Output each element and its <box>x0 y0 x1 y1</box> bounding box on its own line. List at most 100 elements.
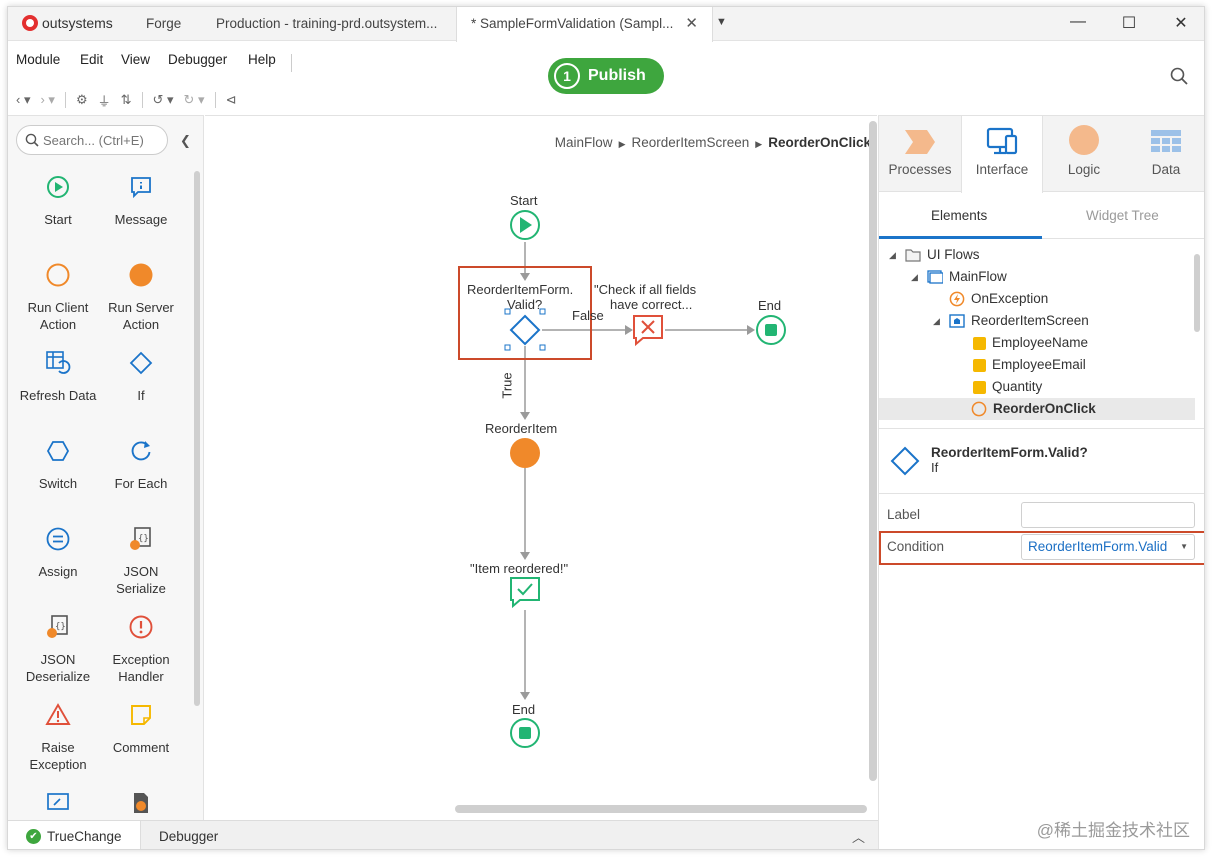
tool-for-each[interactable]: For Each <box>99 436 183 492</box>
tree-item-employee-name[interactable]: EmployeeName <box>973 332 1088 354</box>
tab-truechange[interactable]: ✔ TrueChange <box>8 821 141 849</box>
tool-run-client-action[interactable]: Run Client Action <box>16 260 100 333</box>
subtab-elements[interactable]: Elements <box>931 208 987 223</box>
tool-partial[interactable] <box>16 788 100 818</box>
refresh-data-icon <box>46 351 71 374</box>
tab-label: Forge <box>146 16 182 31</box>
tool-refresh-data[interactable]: Refresh Data <box>16 348 100 404</box>
tree-item-employee-email[interactable]: EmployeeEmail <box>973 354 1086 376</box>
toolbox-search-input[interactable] <box>43 132 153 148</box>
end-node-bottom[interactable] <box>510 718 540 748</box>
tree-item-ui-flows[interactable]: ◢ UI Flows <box>889 244 980 266</box>
tree-item-onexception[interactable]: OnException <box>949 288 1048 310</box>
if-node[interactable] <box>504 308 546 351</box>
menu-module[interactable]: Module <box>16 52 60 67</box>
if-label-line1: ReorderItemForm. <box>467 282 574 297</box>
screen-icon <box>949 314 965 328</box>
tool-partial[interactable] <box>99 788 183 818</box>
plug-icon[interactable]: ⏚ <box>98 91 111 110</box>
close-tab-icon[interactable]: ✕ <box>685 15 698 32</box>
canvas-horizontal-scrollbar[interactable] <box>455 805 867 813</box>
expand-panel-icon[interactable]: ︿ <box>852 827 865 846</box>
dependencies-icon[interactable]: ⇅ <box>121 92 132 108</box>
tool-switch[interactable]: Switch <box>16 436 100 492</box>
tab-sample-form-validation[interactable]: * SampleFormValidation (Sampl... ✕ <box>456 7 713 42</box>
tree-item-reorder-item-screen[interactable]: ◢ ReorderItemScreen <box>933 310 1089 332</box>
for-each-icon <box>131 441 151 461</box>
tree-item-quantity[interactable]: Quantity <box>973 376 1042 398</box>
tree-label: Quantity <box>992 379 1043 394</box>
expand-icon[interactable]: ◢ <box>911 266 921 288</box>
tool-message[interactable]: Message <box>99 172 183 228</box>
tree-label: ReorderOnClick <box>993 401 1096 416</box>
label-input[interactable] <box>1021 502 1195 528</box>
error-message-node[interactable] <box>633 315 663 347</box>
announce-icon[interactable]: ⊲ <box>226 92 237 108</box>
tab-production[interactable]: Production - training-prd.outsystem... <box>216 7 437 41</box>
back-icon[interactable]: ‹ ▾ <box>16 92 30 108</box>
toolbox-search[interactable] <box>16 125 168 155</box>
tree-scrollbar[interactable] <box>1194 254 1200 332</box>
assign-icon <box>46 527 70 551</box>
tool-if[interactable]: If <box>99 348 183 404</box>
run-client-action-icon <box>46 263 70 287</box>
tab-label: Debugger <box>159 829 219 844</box>
publish-button[interactable]: 1 Publish <box>548 58 664 94</box>
forward-icon[interactable]: › ▾ <box>40 92 54 108</box>
settings-icon[interactable]: ⚙ <box>76 92 88 108</box>
canvas-vertical-scrollbar[interactable] <box>869 121 877 781</box>
redo-icon[interactable]: ↻ ▾ <box>184 92 205 108</box>
tab-data[interactable]: Data <box>1125 116 1204 192</box>
properties-divider <box>879 493 1204 494</box>
tool-exception-handler[interactable]: Exception Handler <box>99 612 183 685</box>
if-icon <box>129 351 153 375</box>
expand-icon[interactable]: ◢ <box>933 310 943 332</box>
tool-start[interactable]: Start <box>16 172 100 228</box>
undo-icon[interactable]: ↺ ▾ <box>153 92 174 108</box>
menu-view[interactable]: View <box>121 52 150 67</box>
tree-item-mainflow[interactable]: ◢ MainFlow <box>911 266 1007 288</box>
reorder-item-node[interactable] <box>510 438 540 468</box>
menu-help[interactable]: Help <box>248 52 276 67</box>
toolbox-scrollbar[interactable] <box>194 171 200 706</box>
tool-label: Assign <box>38 564 78 579</box>
tool-assign[interactable]: Assign <box>16 524 100 580</box>
outsystems-logo-icon <box>22 15 38 31</box>
active-subtab-indicator <box>879 236 1042 239</box>
subtab-widget-tree[interactable]: Widget Tree <box>1086 208 1159 223</box>
tree-item-reorder-on-click[interactable]: ReorderOnClick <box>879 398 1195 420</box>
tool-json-serialize[interactable]: {} JSON Serialize <box>99 524 183 597</box>
svg-text:{}: {} <box>55 622 66 632</box>
menu-debugger[interactable]: Debugger <box>168 52 227 67</box>
tool-raise-exception[interactable]: Raise Exception <box>16 700 100 773</box>
tool-label: Message <box>114 212 168 227</box>
end-node-right[interactable] <box>756 315 786 345</box>
menu-edit[interactable]: Edit <box>80 52 103 67</box>
condition-input[interactable]: ReorderItemForm.Valid ▼ <box>1021 534 1195 560</box>
tab-debugger[interactable]: Debugger <box>159 821 219 849</box>
flow-canvas[interactable]: MainFlow ▶ ReorderItemScreen ▶ ReorderOnClic… <box>205 115 877 820</box>
minimize-icon[interactable]: — <box>1068 13 1088 31</box>
expand-icon[interactable]: ◢ <box>889 244 899 266</box>
success-message-node[interactable] <box>510 577 540 609</box>
tool-comment[interactable]: Comment <box>99 700 183 756</box>
tool-run-server-action[interactable]: Run Server Action <box>99 260 183 333</box>
tab-logic[interactable]: Logic <box>1043 116 1125 192</box>
close-window-icon[interactable]: ✕ <box>1171 13 1191 33</box>
start-node[interactable] <box>510 210 540 240</box>
publish-label: Publish <box>588 67 646 84</box>
tab-forge[interactable]: Forge <box>146 7 181 41</box>
tool-json-deserialize[interactable]: {} JSON Deserialize <box>16 612 100 685</box>
dropdown-arrow-icon[interactable]: ▼ <box>1180 542 1188 551</box>
tool-label: Comment <box>112 740 170 755</box>
maximize-icon[interactable]: ☐ <box>1119 13 1139 33</box>
collapse-toolbox-icon[interactable]: ❮ <box>180 133 191 149</box>
global-search-icon[interactable] <box>1170 67 1188 88</box>
if-label-line2: Valid? <box>507 297 543 312</box>
toolbar-divider <box>141 92 143 108</box>
tab-interface[interactable]: Interface <box>961 116 1043 193</box>
tabs-dropdown-icon[interactable]: ▼ <box>716 16 727 28</box>
tab-processes[interactable]: Processes <box>879 116 961 192</box>
element-subtabs: Elements Widget Tree <box>879 193 1204 239</box>
arrow-head <box>520 412 530 420</box>
